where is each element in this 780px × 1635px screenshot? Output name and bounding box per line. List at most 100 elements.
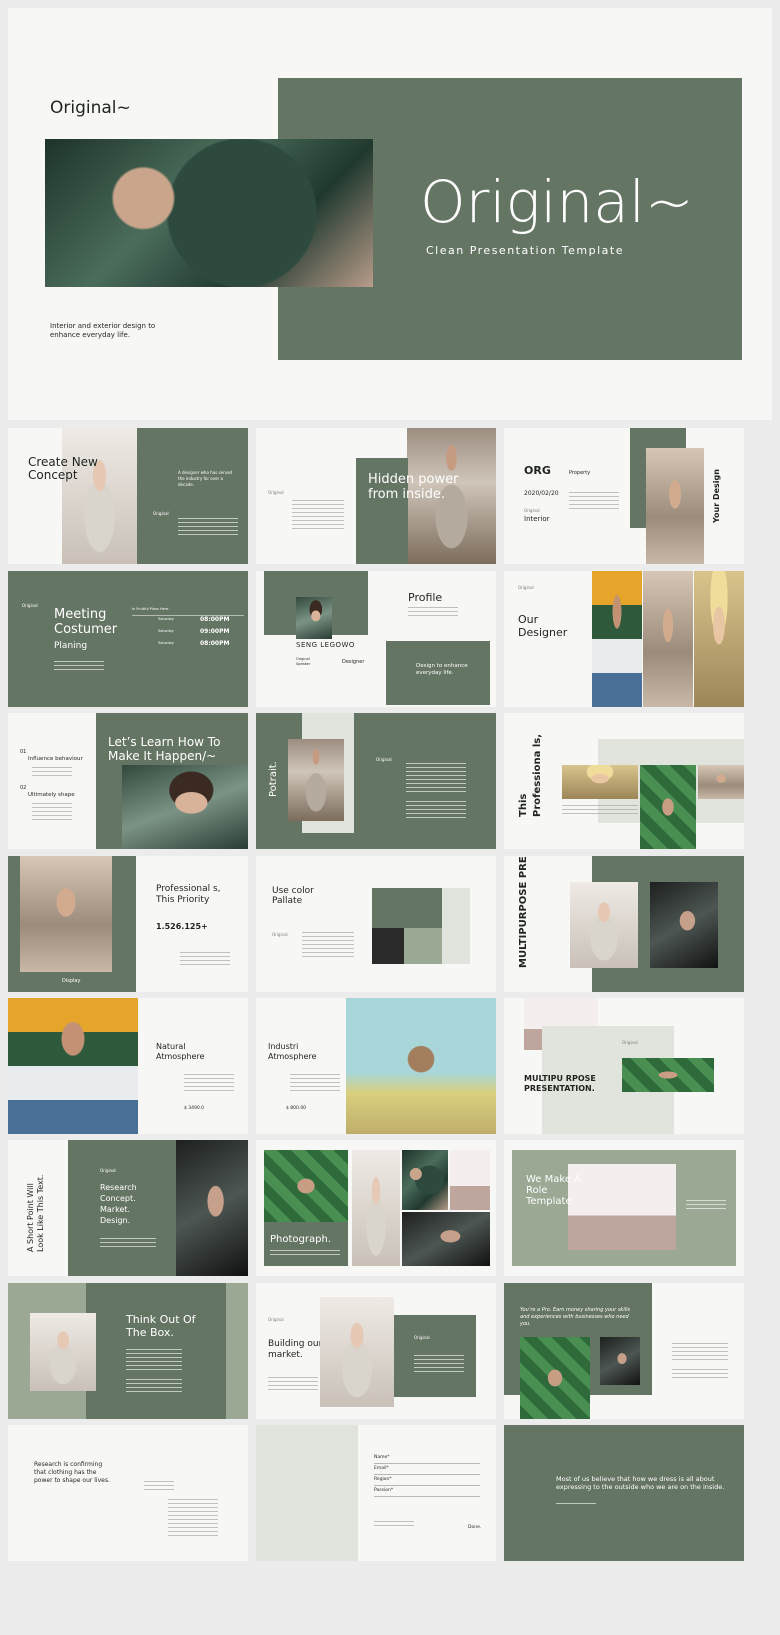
slide-quote: A designer who has served the industry f…: [178, 470, 233, 487]
text-lines: [302, 932, 354, 960]
priority-number: 1.526.125+: [156, 922, 208, 931]
swatch-green: [372, 888, 442, 928]
text-lines: [270, 1250, 340, 1258]
row-day: Saturday: [158, 629, 174, 633]
slide-title: Photograph.: [270, 1234, 331, 1245]
text-lines: [672, 1369, 728, 1381]
slide-title: Let’s Learn How To Make It Happen/~: [108, 735, 221, 763]
vertical-title: This: [518, 793, 529, 817]
slide-list: Research Concept. Market. Design.: [100, 1183, 137, 1225]
property-label: Property: [569, 470, 591, 476]
row-day: Saturday: [158, 617, 174, 621]
slide-title: Building our market.: [268, 1339, 323, 1360]
slide-photo: [30, 1313, 96, 1391]
slide-photo-1: [562, 765, 638, 799]
vertical-title: Potrait.: [268, 761, 279, 797]
item-label: Influence behaviour: [28, 756, 83, 762]
designer-photo-2: [643, 571, 693, 707]
slide-professionals: This Professiona ls,: [504, 713, 744, 849]
price: $ 800.00: [286, 1106, 307, 1111]
profile-photo: [296, 597, 332, 639]
slide-photo-5: [402, 1212, 490, 1266]
cover-title: Original~: [420, 168, 694, 236]
slide-portrait: Potrait. Original: [256, 713, 496, 849]
field-underline: [374, 1496, 480, 1497]
profile-role-2: Designer: [342, 659, 365, 665]
form-field-name[interactable]: Name*: [374, 1455, 390, 1460]
profile-name: SENG LEGOWO: [296, 641, 355, 649]
text-lines: [406, 763, 466, 793]
slide-photo-2: [622, 1058, 714, 1092]
text-lines: [178, 518, 238, 536]
form-field-passion[interactable]: Passion*: [374, 1488, 393, 1493]
slide-photo-2: [600, 1337, 640, 1385]
panel-brand: Original: [414, 1335, 430, 1340]
slide-priority: Display Professional s, This Priority 1.…: [8, 856, 248, 992]
slide-brand: Original: [22, 603, 38, 608]
text-lines: [292, 500, 344, 530]
slide-brand: Original: [524, 508, 540, 513]
slide-natural: Natural Atmosphere $ 3490.0: [8, 998, 248, 1134]
slide-title: MULTIPU RPOSE PRESENTATION.: [524, 1074, 596, 1093]
text-lines: [184, 1074, 234, 1094]
slide-brand: Original: [100, 1168, 116, 1173]
slide-photo: [20, 856, 112, 972]
text-lines: [100, 1238, 156, 1248]
slide-photograph: Photograph.: [256, 1140, 496, 1276]
slide-title: Industri Atmosphere: [268, 1042, 317, 1061]
item-number: 02: [20, 785, 27, 791]
form-field-email[interactable]: Email*: [374, 1466, 389, 1471]
vertical-title-2: Professiona ls,: [532, 734, 543, 817]
slide-lets-learn: 01 Influence behaviour 02 Ultimately sha…: [8, 713, 248, 849]
text-lines: [168, 1499, 218, 1539]
text-lines: [180, 952, 230, 968]
text-lines: [32, 803, 72, 823]
slide-title: Use color Pallate: [272, 886, 314, 906]
row-day: Saturday: [158, 641, 174, 645]
slide-title: Meeting Costumer: [54, 607, 118, 637]
slide-title: Hidden power from inside.: [368, 472, 459, 502]
slide-title: Professional s, This Priority: [156, 884, 221, 905]
green-panel: [137, 428, 248, 564]
slide-brand: Original: [268, 490, 284, 495]
text-lines: [126, 1379, 182, 1393]
date-label: 2020/02/20: [524, 490, 559, 497]
slide-photo-1: [570, 882, 638, 968]
text-lines: [562, 805, 638, 815]
slide-industri: Industri Atmosphere $ 800.00: [256, 998, 496, 1134]
text-lines: [268, 1377, 318, 1391]
slide-role-template: We Make A Role Template: [504, 1140, 744, 1276]
text-lines: [686, 1200, 726, 1212]
text-lines: [374, 1521, 414, 1527]
text-lines: [32, 767, 72, 777]
text-lines: [569, 492, 619, 510]
text-lines: [144, 1481, 174, 1491]
slide-closing: Most of us believe that how we dress is …: [504, 1425, 744, 1561]
done-button[interactable]: Done.: [468, 1525, 481, 1530]
item-label: Ultimately shape: [28, 792, 75, 798]
slide-profile: SENG LEGOWO Original Speaker Designer Pr…: [256, 571, 496, 707]
slide-title: Create New Concept: [28, 455, 98, 482]
slide-quote: You’re a Pro. Earn money sharing your sk…: [520, 1307, 631, 1327]
text-lines: [556, 1503, 596, 1506]
slide-photo: [346, 998, 496, 1134]
swatch-black: [372, 928, 404, 964]
slide-title: Profile: [408, 591, 443, 604]
slide-photo-3: [402, 1150, 448, 1210]
slide-subtitle: Planing: [54, 641, 88, 651]
field-underline: [374, 1463, 480, 1464]
profile-quote: Design to enhance everyday life.: [416, 663, 468, 676]
slide-palette: Use color Pallate Original: [256, 856, 496, 992]
vertical-title: Your Design: [712, 469, 721, 523]
price: $ 3490.0: [184, 1106, 205, 1111]
text-lines: [54, 661, 104, 673]
form-field-region[interactable]: Region*: [374, 1477, 392, 1482]
slide-photo-4: [450, 1150, 490, 1210]
swatch-sage: [404, 928, 442, 964]
item-number: 01: [20, 749, 27, 755]
slide-title: We Make A Role Template: [526, 1174, 581, 1207]
cover-photo: [45, 139, 373, 287]
slide-hidden-power: Original Hidden power from inside.: [256, 428, 496, 564]
slide-brand: Original: [153, 511, 169, 516]
slide-photo: [122, 765, 248, 849]
